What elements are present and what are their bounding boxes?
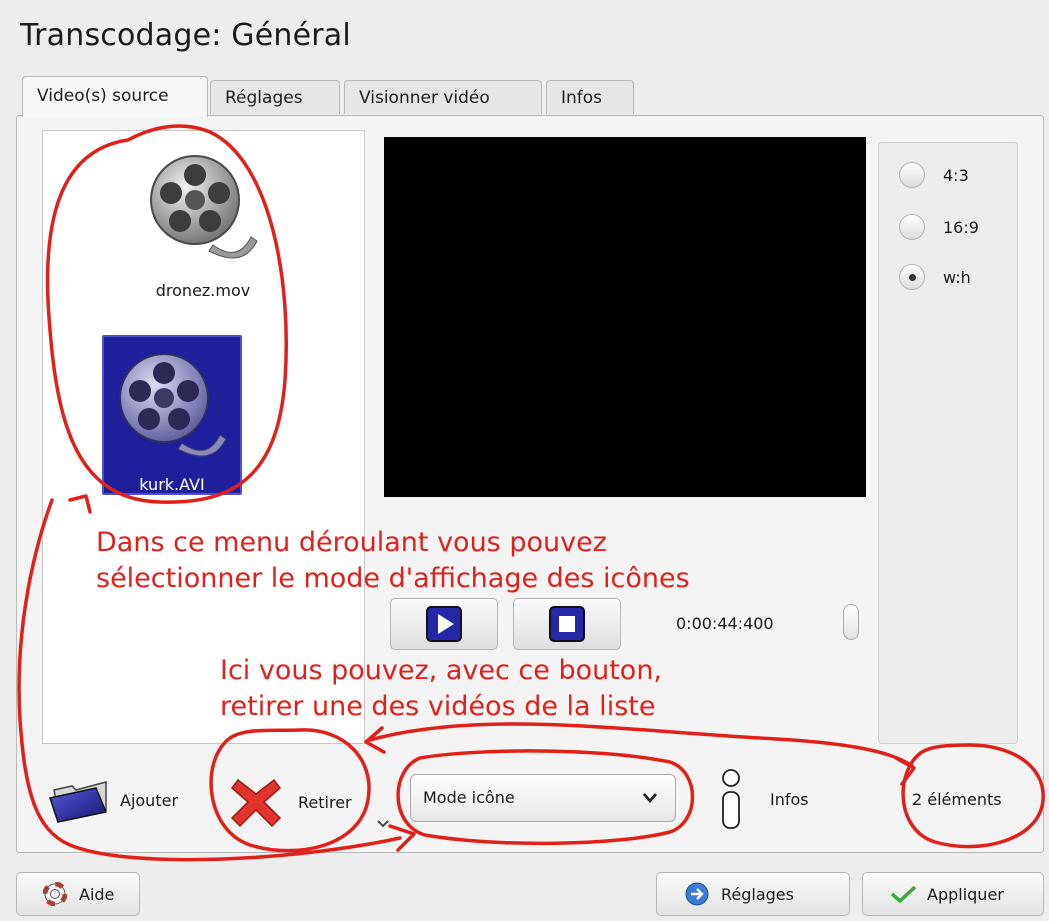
chevron-down-icon — [377, 820, 389, 828]
view-mode-select[interactable]: Mode icône — [410, 774, 676, 822]
radio-button[interactable] — [899, 162, 925, 188]
page-title: Transcodage: Général — [20, 18, 351, 53]
list-item-kurk-selected[interactable]: kurk.AVI — [102, 335, 242, 495]
annotation-menu-note-line2: sélectionner le mode d'affichage des icô… — [96, 563, 690, 594]
settings-label: Réglages — [721, 884, 794, 904]
settings-button[interactable]: Réglages — [656, 872, 850, 916]
film-reel-icon — [119, 353, 227, 457]
aspect-option-4-3[interactable]: 4:3 — [899, 159, 969, 191]
radio-button[interactable] — [899, 214, 925, 240]
aspect-option-w-h[interactable]: w:h — [899, 261, 971, 293]
apply-button[interactable]: Appliquer — [862, 872, 1044, 916]
tab-settings[interactable]: Réglages — [210, 80, 340, 114]
film-reel-icon — [150, 155, 258, 259]
play-button[interactable] — [390, 598, 498, 650]
add-button[interactable]: Ajouter — [48, 776, 178, 824]
source-video-list[interactable]: dronez.mov kurk.AVI — [42, 130, 365, 744]
radio-label: 16:9 — [943, 217, 979, 237]
help-label: Aide — [79, 884, 115, 904]
tab-infos[interactable]: Infos — [546, 80, 634, 114]
apply-label: Appliquer — [927, 884, 1004, 904]
arrow-right-circle-icon — [685, 882, 709, 906]
file-name: kurk.AVI — [139, 475, 205, 494]
annotation-menu-note-line1: Dans ce menu déroulant vous pouvez — [96, 527, 607, 558]
radio-button-checked[interactable] — [899, 264, 925, 290]
item-count: 2 éléments — [912, 790, 1002, 809]
help-button[interactable]: Aide — [16, 872, 140, 916]
checkmark-icon — [890, 885, 917, 904]
folder-open-icon — [49, 781, 108, 823]
radio-label: w:h — [943, 267, 971, 287]
remove-button[interactable]: Retirer — [228, 774, 352, 830]
aspect-option-16-9[interactable]: 16:9 — [899, 211, 979, 243]
annotation-remove-note-line2: retirer une des vidéos de la liste — [220, 691, 656, 722]
annotation-remove-note-line1: Ici vous pouvez, avec ce bouton, — [220, 655, 663, 686]
tab-video-source[interactable]: Video(s) source — [22, 76, 208, 117]
remove-label: Retirer — [298, 792, 352, 812]
lifebuoy-icon — [43, 882, 67, 906]
view-mode-value: Mode icône — [423, 788, 515, 807]
tab-view-video[interactable]: Visionner vidéo — [344, 80, 542, 114]
time-display: 0:00:44:400 — [676, 614, 774, 633]
infos-toggle-switch[interactable] — [720, 768, 742, 830]
radio-label: 4:3 — [943, 165, 969, 185]
infos-label: Infos — [770, 790, 809, 809]
list-item-dronez[interactable]: dronez.mov — [133, 145, 273, 300]
stop-icon — [549, 606, 585, 642]
chevron-down-icon — [643, 793, 657, 803]
remove-x-icon — [230, 778, 282, 828]
aspect-ratio-panel: 4:3 16:9 w:h — [878, 142, 1018, 744]
play-icon — [426, 606, 462, 642]
file-name: dronez.mov — [155, 281, 251, 300]
video-preview — [384, 137, 866, 497]
add-label: Ajouter — [120, 790, 179, 810]
volume-slider-handle[interactable] — [843, 604, 859, 640]
stop-button[interactable] — [513, 598, 621, 650]
